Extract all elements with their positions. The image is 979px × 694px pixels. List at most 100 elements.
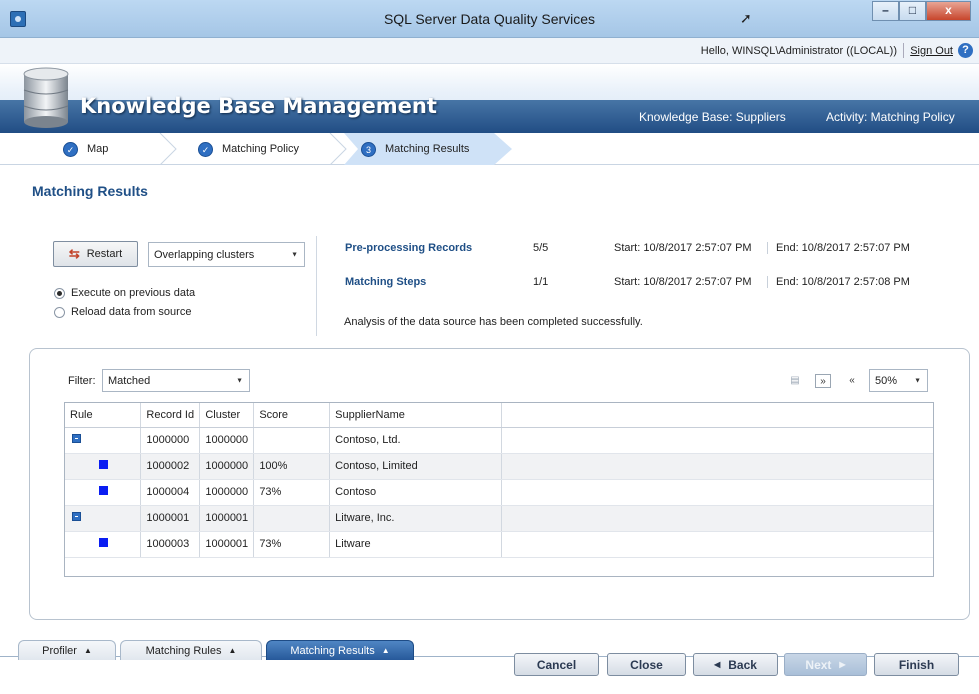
close-window-button[interactable]: x [926,1,971,21]
record-id-cell: 1000002 [140,453,201,480]
score-cell [253,427,331,454]
check-circle-icon: ✓ [63,141,78,157]
score-cell: 73% [253,479,331,506]
collapse-all-icon[interactable]: « [844,374,860,388]
radio-icon [54,287,65,299]
chevron-down-icon: ▼ [236,377,243,384]
filler-cell [501,531,933,558]
help-icon[interactable]: ? [958,43,973,58]
step-label: Map [87,143,109,155]
radio-icon [54,306,65,318]
chevron-up-icon: ▲ [83,646,92,655]
check-circle-icon: ✓ [198,141,213,157]
restart-button[interactable]: ⇆ Restart [53,241,138,267]
score-cell: 100% [253,453,331,480]
expand-all-icon[interactable]: » [815,374,831,388]
radio-execute-previous[interactable]: Execute on previous data [54,287,195,299]
close-button[interactable]: Close [607,653,686,676]
bottom-margin [0,680,979,694]
rule-cell [65,531,142,558]
progress-label: Matching Steps [345,276,427,288]
status-message: Analysis of the data source has been com… [344,316,643,328]
tab-label: Matching Results [290,644,375,657]
tab-label: Matching Rules [145,644,222,657]
step-separator-icon [159,133,177,165]
rule-marker-icon [99,460,108,469]
table-row[interactable]: 1000004 1000000 73% Contoso [65,479,933,506]
cancel-button[interactable]: Cancel [514,653,599,676]
column-header-supplier-name[interactable]: SupplierName [329,403,502,428]
score-cell: 73% [253,531,331,558]
tab-profiler[interactable]: Profiler ▲ [18,640,116,660]
collapse-icon[interactable] [72,512,81,521]
record-id-cell: 1000004 [140,479,201,506]
wizard-steps: ✓ Map ✓ Matching Policy 3 Matching Resul… [0,133,979,165]
cluster-mode-value: Overlapping clusters [154,248,255,261]
filler-cell [501,505,933,532]
mouse-cursor-icon: ➚ [740,10,752,26]
tab-matching-rules[interactable]: Matching Rules ▲ [120,640,262,660]
cluster-cell: 1000000 [199,479,255,506]
maximize-button[interactable]: □ [899,1,926,21]
finish-button[interactable]: Finish [874,653,959,676]
filter-value: Matched [108,374,151,387]
table-row[interactable]: 1000000 1000000 Contoso, Ltd. [65,427,933,454]
cluster-mode-select[interactable]: Overlapping clusters ▼ [148,242,305,267]
grid-header-row: Rule Record Id Cluster Score SupplierNam… [65,403,933,428]
record-id-cell: 1000000 [140,427,201,454]
restart-label: Restart [86,248,123,260]
filler-cell [501,453,933,480]
column-header-score[interactable]: Score [253,403,331,428]
column-header-rule[interactable]: Rule [65,403,142,428]
zoom-select[interactable]: 50% ▼ [869,369,928,392]
supplier-cell: Litware, Inc. [329,505,502,532]
supplier-cell: Contoso [329,479,502,506]
export-icon[interactable]: ▤ [787,374,803,388]
chevron-up-icon: ▲ [381,646,390,655]
banner-title: Knowledge Base Management [80,94,437,118]
tab-matching-results[interactable]: Matching Results ▲ [266,640,414,660]
table-row[interactable]: 1000002 1000000 100% Contoso, Limited [65,453,933,480]
column-header-cluster[interactable]: Cluster [199,403,255,428]
progress-count: 1/1 [533,276,549,288]
column-header-record-id[interactable]: Record Id [140,403,201,428]
window-titlebar: SQL Server Data Quality Services ➚ – □ x [0,0,979,38]
step-separator-icon [329,133,347,165]
module-banner: Knowledge Base Management Knowledge Base… [0,64,979,133]
radio-label: Execute on previous data [71,287,196,299]
database-icon [23,67,69,128]
radio-reload-source[interactable]: Reload data from source [54,306,191,318]
sign-out-link[interactable]: Sign Out [910,45,953,57]
window-controls: – □ x [872,1,971,21]
chevron-up-icon: ▲ [228,646,237,655]
supplier-cell: Contoso, Ltd. [329,427,502,454]
chevron-down-icon: ▼ [291,251,298,258]
back-arrow-icon: ◀ [714,660,721,669]
back-button[interactable]: ◀ Back [693,653,778,676]
progress-label: Pre-processing Records [345,242,473,254]
filter-select[interactable]: Matched ▼ [102,369,250,392]
table-row[interactable]: 1000001 1000001 Litware, Inc. [65,505,933,532]
step-matching-results: 3 Matching Results [361,133,469,165]
step-label: Matching Policy [222,143,300,155]
score-cell [253,505,331,532]
cluster-cell: 1000000 [199,453,255,480]
rule-cell [65,505,142,532]
progress-end: End: 10/8/2017 2:57:07 PM [767,242,910,254]
collapse-icon[interactable] [72,434,81,443]
rule-marker-icon [99,486,108,495]
user-bar: Hello, WINSQL\Administrator ((LOCAL)) Si… [0,38,979,64]
filler-cell [501,427,933,454]
rule-marker-icon [99,538,108,547]
table-row[interactable]: 1000003 1000001 73% Litware [65,531,933,558]
record-id-cell: 1000003 [140,531,201,558]
progress-start: Start: 10/8/2017 2:57:07 PM [614,242,752,254]
minimize-button[interactable]: – [872,1,899,21]
user-greeting: Hello, WINSQL\Administrator ((LOCAL)) [700,45,897,57]
back-label: Back [728,657,757,672]
cluster-cell: 1000001 [199,505,255,532]
progress-end: End: 10/8/2017 2:57:08 PM [767,276,910,288]
rule-cell [65,479,142,506]
filter-label: Filter: [68,375,96,387]
page-title: Matching Results [32,183,148,199]
